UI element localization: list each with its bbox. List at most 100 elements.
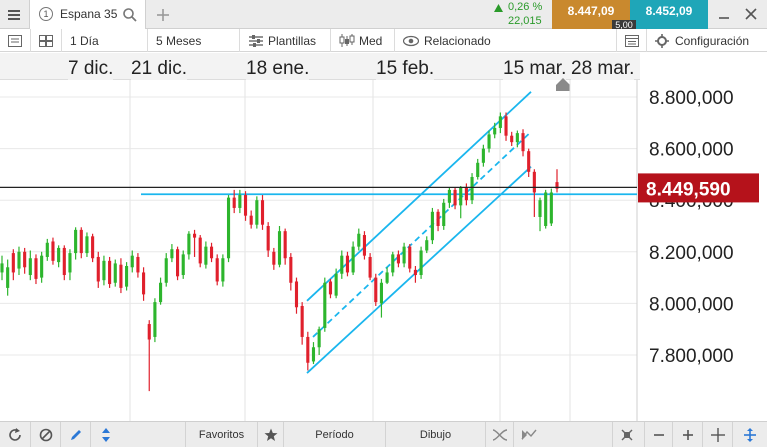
candle-body (176, 249, 180, 277)
favorites-label: Favoritos (198, 428, 245, 441)
candle-body (34, 258, 38, 279)
candle (447, 187, 451, 208)
related-button[interactable]: Relacionado (394, 29, 506, 52)
x-tick-label: 21 dic. (131, 58, 187, 80)
expand-button[interactable] (732, 422, 767, 447)
candle-body (323, 282, 327, 328)
candle (481, 144, 485, 167)
price-chart[interactable]: 8.800,0008.600,0008.400,0008.200,0008.00… (0, 80, 767, 421)
settings-button[interactable]: Configuración (646, 29, 767, 52)
candle-body (374, 277, 378, 303)
candle (419, 246, 423, 279)
symbol-tab[interactable]: 1 Espana 35 (29, 0, 146, 29)
trend-channel (141, 91, 637, 374)
candle (555, 169, 559, 193)
favorites-tab[interactable]: Favoritos (185, 422, 257, 447)
candle (385, 267, 389, 285)
candle (238, 189, 242, 214)
close-button[interactable] (741, 2, 761, 26)
templates-button[interactable]: Plantillas (239, 29, 330, 52)
calendar-button[interactable] (616, 29, 646, 52)
list-view-button[interactable] (0, 29, 30, 52)
candle-body (198, 237, 202, 264)
crosshair-icon (710, 427, 725, 442)
candle-body (504, 116, 508, 136)
drawing-tab[interactable]: Dibujo (385, 422, 485, 447)
y-tick-label: 8.200,000 (649, 243, 734, 264)
minimize-button[interactable] (715, 2, 733, 26)
buy-price-button[interactable]: 8.452,09 (630, 0, 708, 31)
candle-body (294, 281, 299, 308)
candle-body (300, 305, 304, 337)
candle (243, 191, 248, 221)
candle (391, 251, 395, 277)
add-tab-button[interactable] (150, 0, 176, 29)
candle-body (334, 273, 338, 296)
y-tick-label: 8.000,000 (649, 294, 734, 315)
candle (181, 250, 185, 279)
candle-body (413, 269, 417, 276)
plus-icon (157, 8, 169, 21)
candle (470, 173, 474, 205)
candle (17, 246, 21, 276)
candle-body (464, 187, 468, 201)
candle (379, 278, 383, 318)
current-price-label: 8.449,590 (646, 179, 731, 200)
fit-view-button[interactable] (612, 422, 640, 447)
chart-toolbar: 1 Día 5 Meses Plantillas Med Relacionado (0, 29, 767, 52)
candle-body (40, 255, 44, 278)
star-button[interactable] (257, 422, 283, 447)
compare-button[interactable] (485, 422, 513, 447)
search-icon[interactable] (122, 7, 138, 23)
crosshair-button[interactable] (702, 422, 732, 447)
settings-label: Configuración (675, 33, 750, 48)
range-selector[interactable]: 5 Meses (147, 29, 239, 52)
prohibited-icon (39, 428, 52, 441)
refresh-button[interactable] (0, 422, 30, 447)
candle-body (226, 197, 231, 259)
candle (408, 244, 412, 273)
candle-body (204, 246, 208, 265)
candle-body (549, 192, 553, 224)
candle-body (340, 255, 344, 274)
candle (153, 298, 157, 343)
zoom-in-button[interactable] (672, 422, 702, 447)
interval-selector[interactable]: 1 Día (61, 29, 147, 52)
candle-body (6, 267, 10, 288)
layout-button[interactable] (30, 29, 60, 52)
candle-body (45, 242, 49, 257)
candle-body (11, 253, 15, 273)
star-icon (264, 428, 277, 441)
candle-body (51, 241, 55, 261)
x-tick-label: 15 mar. (503, 58, 567, 80)
candle (40, 251, 44, 283)
candle (91, 233, 95, 263)
chart-type-button[interactable]: Med (330, 29, 394, 52)
x-tick-label: 15 feb. (376, 58, 435, 80)
indicator-button[interactable] (513, 422, 543, 447)
candle (215, 254, 219, 286)
candle (300, 302, 304, 345)
candle (113, 259, 117, 287)
menu-button[interactable] (0, 0, 28, 29)
candle (311, 342, 316, 365)
templates-icon (249, 34, 263, 47)
hide-drawings-button[interactable] (30, 422, 60, 447)
list-icon (8, 34, 22, 47)
magnet-button[interactable] (90, 422, 120, 447)
candle-body (164, 258, 168, 283)
date-axis: 7 dic. 21 dic. 18 ene. 15 feb. 15 mar. 2… (0, 53, 640, 91)
candle-body (0, 263, 4, 273)
candle (260, 195, 265, 230)
candle (159, 277, 163, 305)
candle (74, 227, 78, 260)
candle-body (538, 200, 542, 217)
candle (57, 245, 61, 268)
zoom-out-button[interactable] (644, 422, 672, 447)
candle-body (142, 272, 146, 295)
period-tab[interactable]: Período (283, 422, 385, 447)
candle (459, 186, 463, 219)
pencil-button[interactable] (60, 422, 90, 447)
candle-body (544, 192, 548, 226)
bottom-toolbar: Favoritos Período Dibujo (0, 421, 767, 447)
